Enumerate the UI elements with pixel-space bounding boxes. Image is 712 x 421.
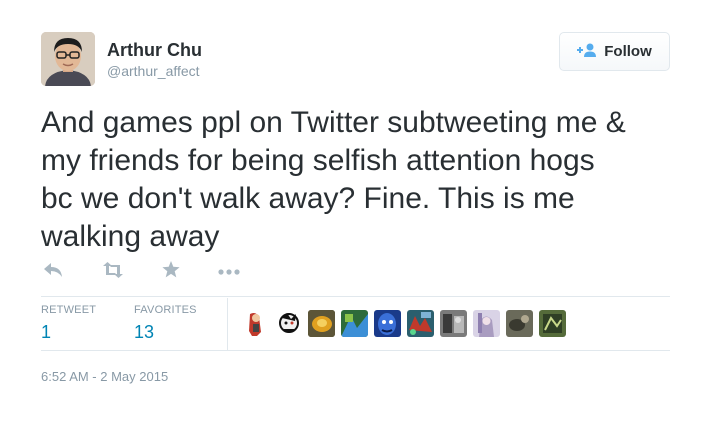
author-avatar[interactable] (41, 32, 95, 86)
add-user-icon (577, 43, 597, 61)
author-handle[interactable]: @arthur_affect (107, 63, 200, 79)
favoriter-avatar[interactable] (440, 310, 467, 337)
reply-icon (43, 262, 63, 283)
tweet-text: And games ppl on Twitter subtweeting me … (41, 104, 681, 256)
tweet-actions (41, 260, 261, 284)
retweet-stat-label: RETWEET (41, 304, 97, 316)
tweet-text-line: my friends for being selfish attention h… (41, 144, 595, 177)
favoriter-avatar[interactable] (341, 310, 368, 337)
more-button[interactable] (218, 260, 240, 284)
favoriter-avatar[interactable] (407, 310, 434, 337)
favorites-stat-value: 13 (134, 322, 155, 342)
stats-bottom-divider (41, 350, 670, 351)
more-icon (218, 263, 240, 281)
author-name[interactable]: Arthur Chu (107, 40, 202, 61)
favoriter-avatar[interactable] (374, 310, 401, 337)
retweet-icon (102, 261, 124, 283)
favoriter-avatar[interactable] (308, 310, 335, 337)
favoriter-avatars (242, 310, 566, 337)
favorite-button[interactable] (162, 260, 180, 284)
favoriter-avatar[interactable] (473, 310, 500, 337)
stats-separator (227, 298, 228, 350)
favoriter-avatar[interactable] (539, 310, 566, 337)
favorites-stat-label: FAVORITES (134, 304, 197, 316)
tweet-text-line: bc we don't walk away? Fine. This is me (41, 182, 575, 215)
retweet-stat[interactable]: RETWEET 1 (41, 304, 96, 343)
favoriter-avatar[interactable] (242, 310, 269, 337)
follow-button-label: Follow (604, 43, 652, 60)
star-icon (162, 261, 180, 283)
tweet-text-line: And games ppl on Twitter subtweeting me … (41, 106, 626, 139)
tweet-timestamp[interactable]: 6:52 AM - 2 May 2015 (41, 369, 168, 384)
reply-button[interactable] (43, 260, 63, 284)
retweet-button[interactable] (102, 260, 124, 284)
favorites-stat[interactable]: FAVORITES 13 (134, 304, 197, 343)
follow-button[interactable]: Follow (559, 32, 670, 71)
stats-top-divider (41, 296, 670, 297)
retweet-stat-value: 1 (41, 322, 52, 342)
favoriter-avatar[interactable] (506, 310, 533, 337)
favoriter-avatar[interactable] (275, 310, 302, 337)
tweet-text-line: walking away (41, 220, 220, 253)
